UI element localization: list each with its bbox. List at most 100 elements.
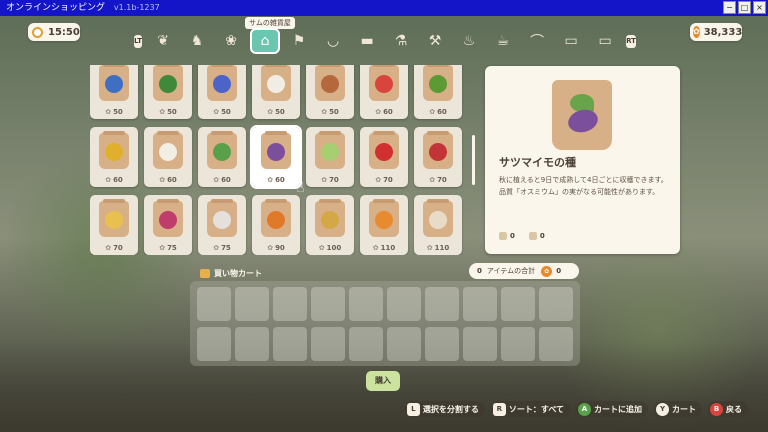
- coin-icon: ✿: [159, 108, 166, 116]
- rt-button[interactable]: RT: [626, 34, 636, 48]
- product-tile[interactable]: ✿ 75: [198, 195, 246, 255]
- cart-slot[interactable]: [539, 327, 573, 361]
- produce-icon: [159, 211, 177, 229]
- cart-total-label: アイテムの合計: [486, 267, 536, 275]
- hint-0[interactable]: L 選択を分割する: [404, 401, 485, 417]
- hint-3[interactable]: Y カート: [654, 401, 702, 417]
- tab-sofa[interactable]: ▭: [556, 28, 586, 54]
- tab-cup[interactable]: ☕: [488, 28, 518, 54]
- clock-icon: [32, 26, 43, 38]
- product-tile[interactable]: ✿ 50: [306, 65, 354, 119]
- produce-icon: [213, 143, 231, 161]
- cart-title: 買い物カート: [200, 268, 262, 279]
- sofa-icon: ▭: [564, 33, 578, 49]
- pot-icon: ♨: [462, 33, 476, 49]
- cart-slot[interactable]: [387, 327, 421, 361]
- cart-slot[interactable]: [235, 327, 269, 361]
- controller-button-icon: B: [710, 402, 723, 416]
- tab-shop[interactable]: ⌂: [250, 28, 281, 54]
- cart-slot[interactable]: [273, 327, 307, 361]
- cart-slot[interactable]: [273, 287, 307, 321]
- hammer-icon: ⚒: [428, 33, 442, 49]
- product-price: ✿ 90: [267, 244, 285, 252]
- tab-anvil[interactable]: ▬: [352, 28, 382, 54]
- coin-icon: ✿: [267, 176, 274, 184]
- maximize-button[interactable]: □: [738, 1, 751, 14]
- tab-seed-bag[interactable]: ❀: [216, 28, 246, 54]
- produce-icon: [375, 143, 393, 161]
- hint-4[interactable]: B 戻る: [708, 401, 748, 417]
- product-tile[interactable]: ✿ 90: [252, 195, 300, 255]
- cart-slot[interactable]: [235, 287, 269, 321]
- cat-icon: ♞: [190, 33, 204, 49]
- cart-slots-panel: [190, 281, 580, 366]
- product-price: ✿ 70: [105, 244, 123, 252]
- tab-farm[interactable]: ⚑: [284, 28, 314, 54]
- product-price: ✿ 70: [429, 176, 447, 184]
- cart-slot[interactable]: [501, 327, 535, 361]
- cart-slot[interactable]: [311, 287, 345, 321]
- cart-slot[interactable]: [425, 287, 459, 321]
- produce-icon: [105, 211, 123, 229]
- tab-sofa2[interactable]: ▭: [590, 28, 620, 54]
- product-tile[interactable]: ✿ 60: [414, 65, 462, 119]
- tab-hammer[interactable]: ⚒: [420, 28, 450, 54]
- hint-1[interactable]: R ソート：すべて: [490, 401, 570, 417]
- cart-slot[interactable]: [463, 327, 497, 361]
- produce-icon: [105, 143, 123, 161]
- tab-flask[interactable]: ⚗: [386, 28, 416, 54]
- product-tile[interactable]: ✿ 110: [414, 195, 462, 255]
- hint-2[interactable]: A カートに追加: [576, 401, 648, 417]
- buy-button[interactable]: 購入: [366, 371, 400, 391]
- product-tile[interactable]: ✿ 50: [90, 65, 138, 119]
- product-tile[interactable]: ✿ 70: [414, 127, 462, 187]
- cup-icon: ☕: [496, 33, 510, 49]
- tab-hanger[interactable]: ⌒: [522, 28, 552, 54]
- close-button[interactable]: ×: [753, 1, 766, 14]
- product-tile[interactable]: ✿ 60: [250, 125, 302, 189]
- tab-cat[interactable]: ♞: [182, 28, 212, 54]
- tab-feather[interactable]: ❦: [148, 28, 178, 54]
- stat-health: 0: [528, 232, 545, 240]
- product-tile[interactable]: ✿ 60: [90, 127, 138, 187]
- cart-slot[interactable]: [501, 287, 535, 321]
- product-tile[interactable]: ✿ 60: [360, 65, 408, 119]
- cart-slot[interactable]: [387, 287, 421, 321]
- product-tile[interactable]: ✿ 70: [90, 195, 138, 255]
- lt-button[interactable]: LT: [134, 34, 143, 48]
- produce-icon: [429, 75, 447, 93]
- product-tile[interactable]: ✿ 70: [306, 127, 354, 187]
- product-tile[interactable]: ✿ 60: [198, 127, 246, 187]
- cart-slot[interactable]: [349, 287, 383, 321]
- sofa2-icon: ▭: [598, 33, 612, 49]
- product-price: ✿ 60: [159, 176, 177, 184]
- coin-icon: ✿: [375, 108, 382, 116]
- product-scrollbar[interactable]: [472, 135, 475, 185]
- cart-slot[interactable]: [197, 287, 231, 321]
- minimize-button[interactable]: −: [723, 1, 736, 14]
- cart-slot[interactable]: [311, 327, 345, 361]
- cart-slot[interactable]: [349, 327, 383, 361]
- tab-bowl[interactable]: ◡: [318, 28, 348, 54]
- product-tile[interactable]: ✿ 60: [144, 127, 192, 187]
- product-tile[interactable]: ✿ 70: [360, 127, 408, 187]
- tab-pot[interactable]: ♨: [454, 28, 484, 54]
- coin-icon: ✿: [429, 176, 436, 184]
- cart-slot[interactable]: [425, 327, 459, 361]
- product-tile[interactable]: ✿ 75: [144, 195, 192, 255]
- product-tile[interactable]: ✿ 100: [306, 195, 354, 255]
- controller-button-icon: Y: [656, 402, 669, 416]
- product-tile[interactable]: ✿ 50: [198, 65, 246, 119]
- cart-title-label: 買い物カート: [214, 269, 262, 278]
- cart-slot[interactable]: [539, 287, 573, 321]
- product-tile[interactable]: ✿ 50: [252, 65, 300, 119]
- product-tile[interactable]: ✿ 110: [360, 195, 408, 255]
- cart-slot[interactable]: [463, 287, 497, 321]
- feather-icon: ❦: [157, 33, 169, 49]
- product-tile[interactable]: ✿ 50: [144, 65, 192, 119]
- window-title-bar: オンラインショッピング v1.1b-1237 − □ ×: [0, 0, 768, 16]
- product-price: ✿ 70: [321, 176, 339, 184]
- cart-slot[interactable]: [197, 327, 231, 361]
- coin-icon: ✿: [105, 108, 112, 116]
- product-price: ✿ 70: [375, 176, 393, 184]
